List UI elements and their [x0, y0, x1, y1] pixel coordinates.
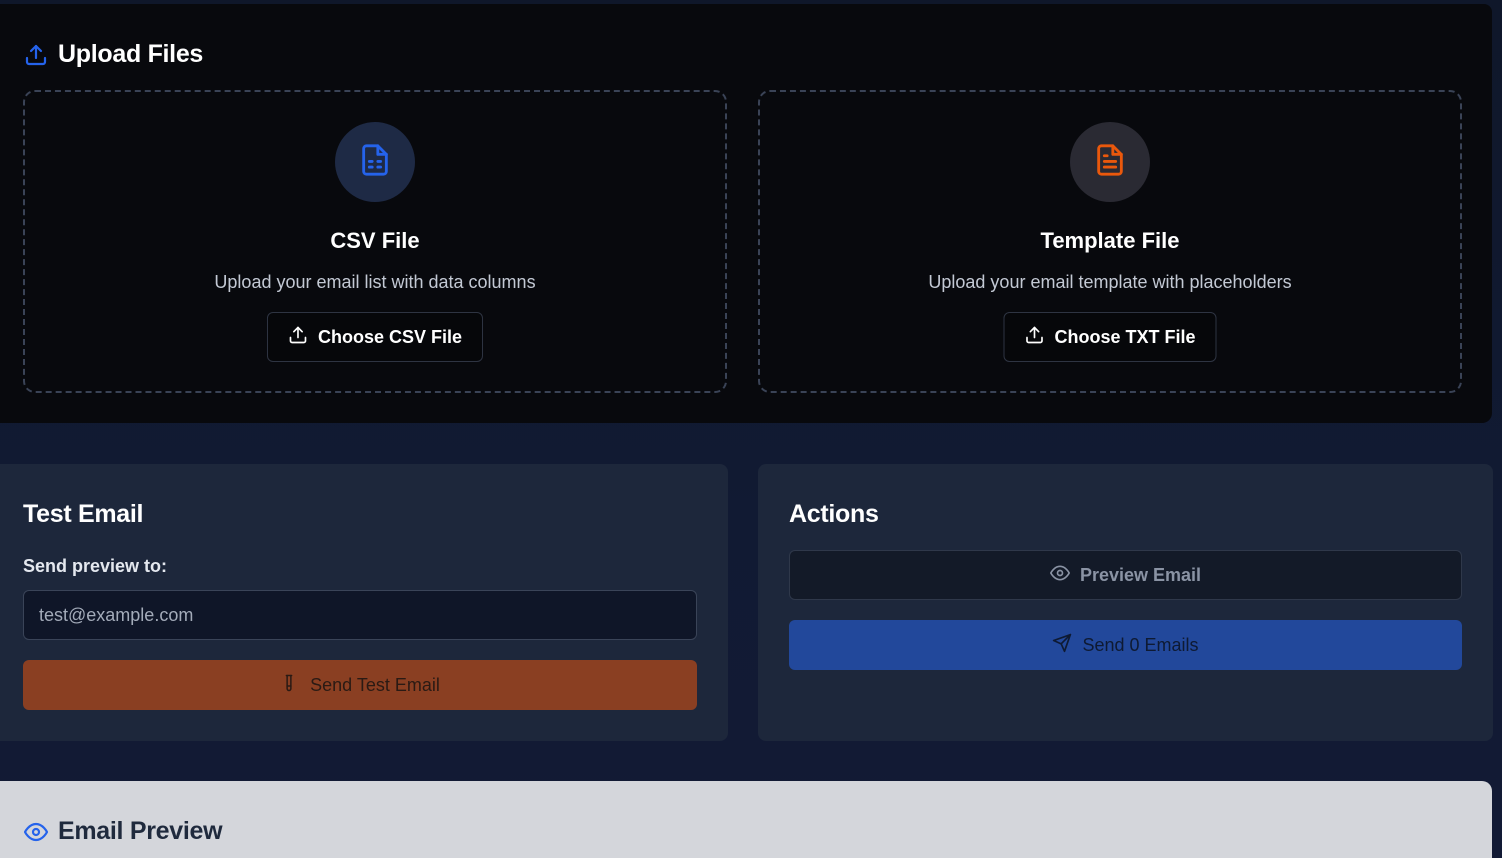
preview-email-button[interactable]: Preview Email — [789, 550, 1462, 600]
send-emails-button[interactable]: Send 0 Emails — [789, 620, 1462, 670]
upload-icon — [1024, 325, 1044, 350]
upload-icon — [24, 43, 48, 67]
choose-csv-button[interactable]: Choose CSV File — [266, 312, 484, 362]
test-email-card: Test Email Send preview to: Send Test Em… — [0, 464, 728, 741]
upload-icon — [288, 325, 308, 350]
eye-icon — [1049, 563, 1070, 588]
choose-txt-button[interactable]: Choose TXT File — [1003, 312, 1217, 362]
send-test-email-button[interactable]: Send Test Email — [23, 660, 697, 710]
test-email-input[interactable] — [23, 590, 697, 640]
choose-csv-label: Choose CSV File — [317, 326, 463, 347]
csv-icon-circle — [335, 122, 415, 202]
actions-title: Actions — [789, 500, 879, 528]
upload-files-title: Upload Files — [58, 40, 204, 68]
choose-txt-label: Choose TXT File — [1054, 326, 1196, 347]
email-preview-header: Email Preview — [24, 817, 223, 846]
file-spreadsheet-icon — [358, 143, 392, 182]
csv-heading: CSV File — [330, 228, 420, 253]
preview-email-label: Preview Email — [1079, 564, 1202, 585]
upload-files-section: Upload Files CSV File Upload your email … — [0, 4, 1492, 423]
send-emails-label: Send 0 Emails — [1082, 634, 1199, 655]
file-text-icon — [1093, 143, 1127, 182]
send-icon — [1052, 633, 1072, 658]
template-description: Upload your email template with placehol… — [928, 272, 1292, 292]
csv-dropzone[interactable]: CSV File Upload your email list with dat… — [23, 90, 727, 393]
test-tube-icon — [280, 674, 298, 697]
template-dropzone[interactable]: Template File Upload your email template… — [758, 90, 1462, 393]
page: Upload Files CSV File Upload your email … — [0, 0, 1502, 858]
email-preview-title: Email Preview — [58, 817, 223, 845]
send-test-email-label: Send Test Email — [310, 674, 440, 695]
eye-icon — [24, 820, 48, 844]
email-preview-section: Email Preview — [0, 781, 1492, 858]
test-email-title: Test Email — [23, 500, 144, 528]
template-icon-circle — [1070, 122, 1150, 202]
upload-files-header: Upload Files — [24, 40, 203, 69]
template-heading: Template File — [1040, 228, 1180, 253]
actions-card: Actions Preview Email Send 0 Emails — [758, 464, 1493, 741]
csv-description: Upload your email list with data columns — [214, 272, 536, 292]
send-preview-label: Send preview to: — [23, 556, 168, 576]
